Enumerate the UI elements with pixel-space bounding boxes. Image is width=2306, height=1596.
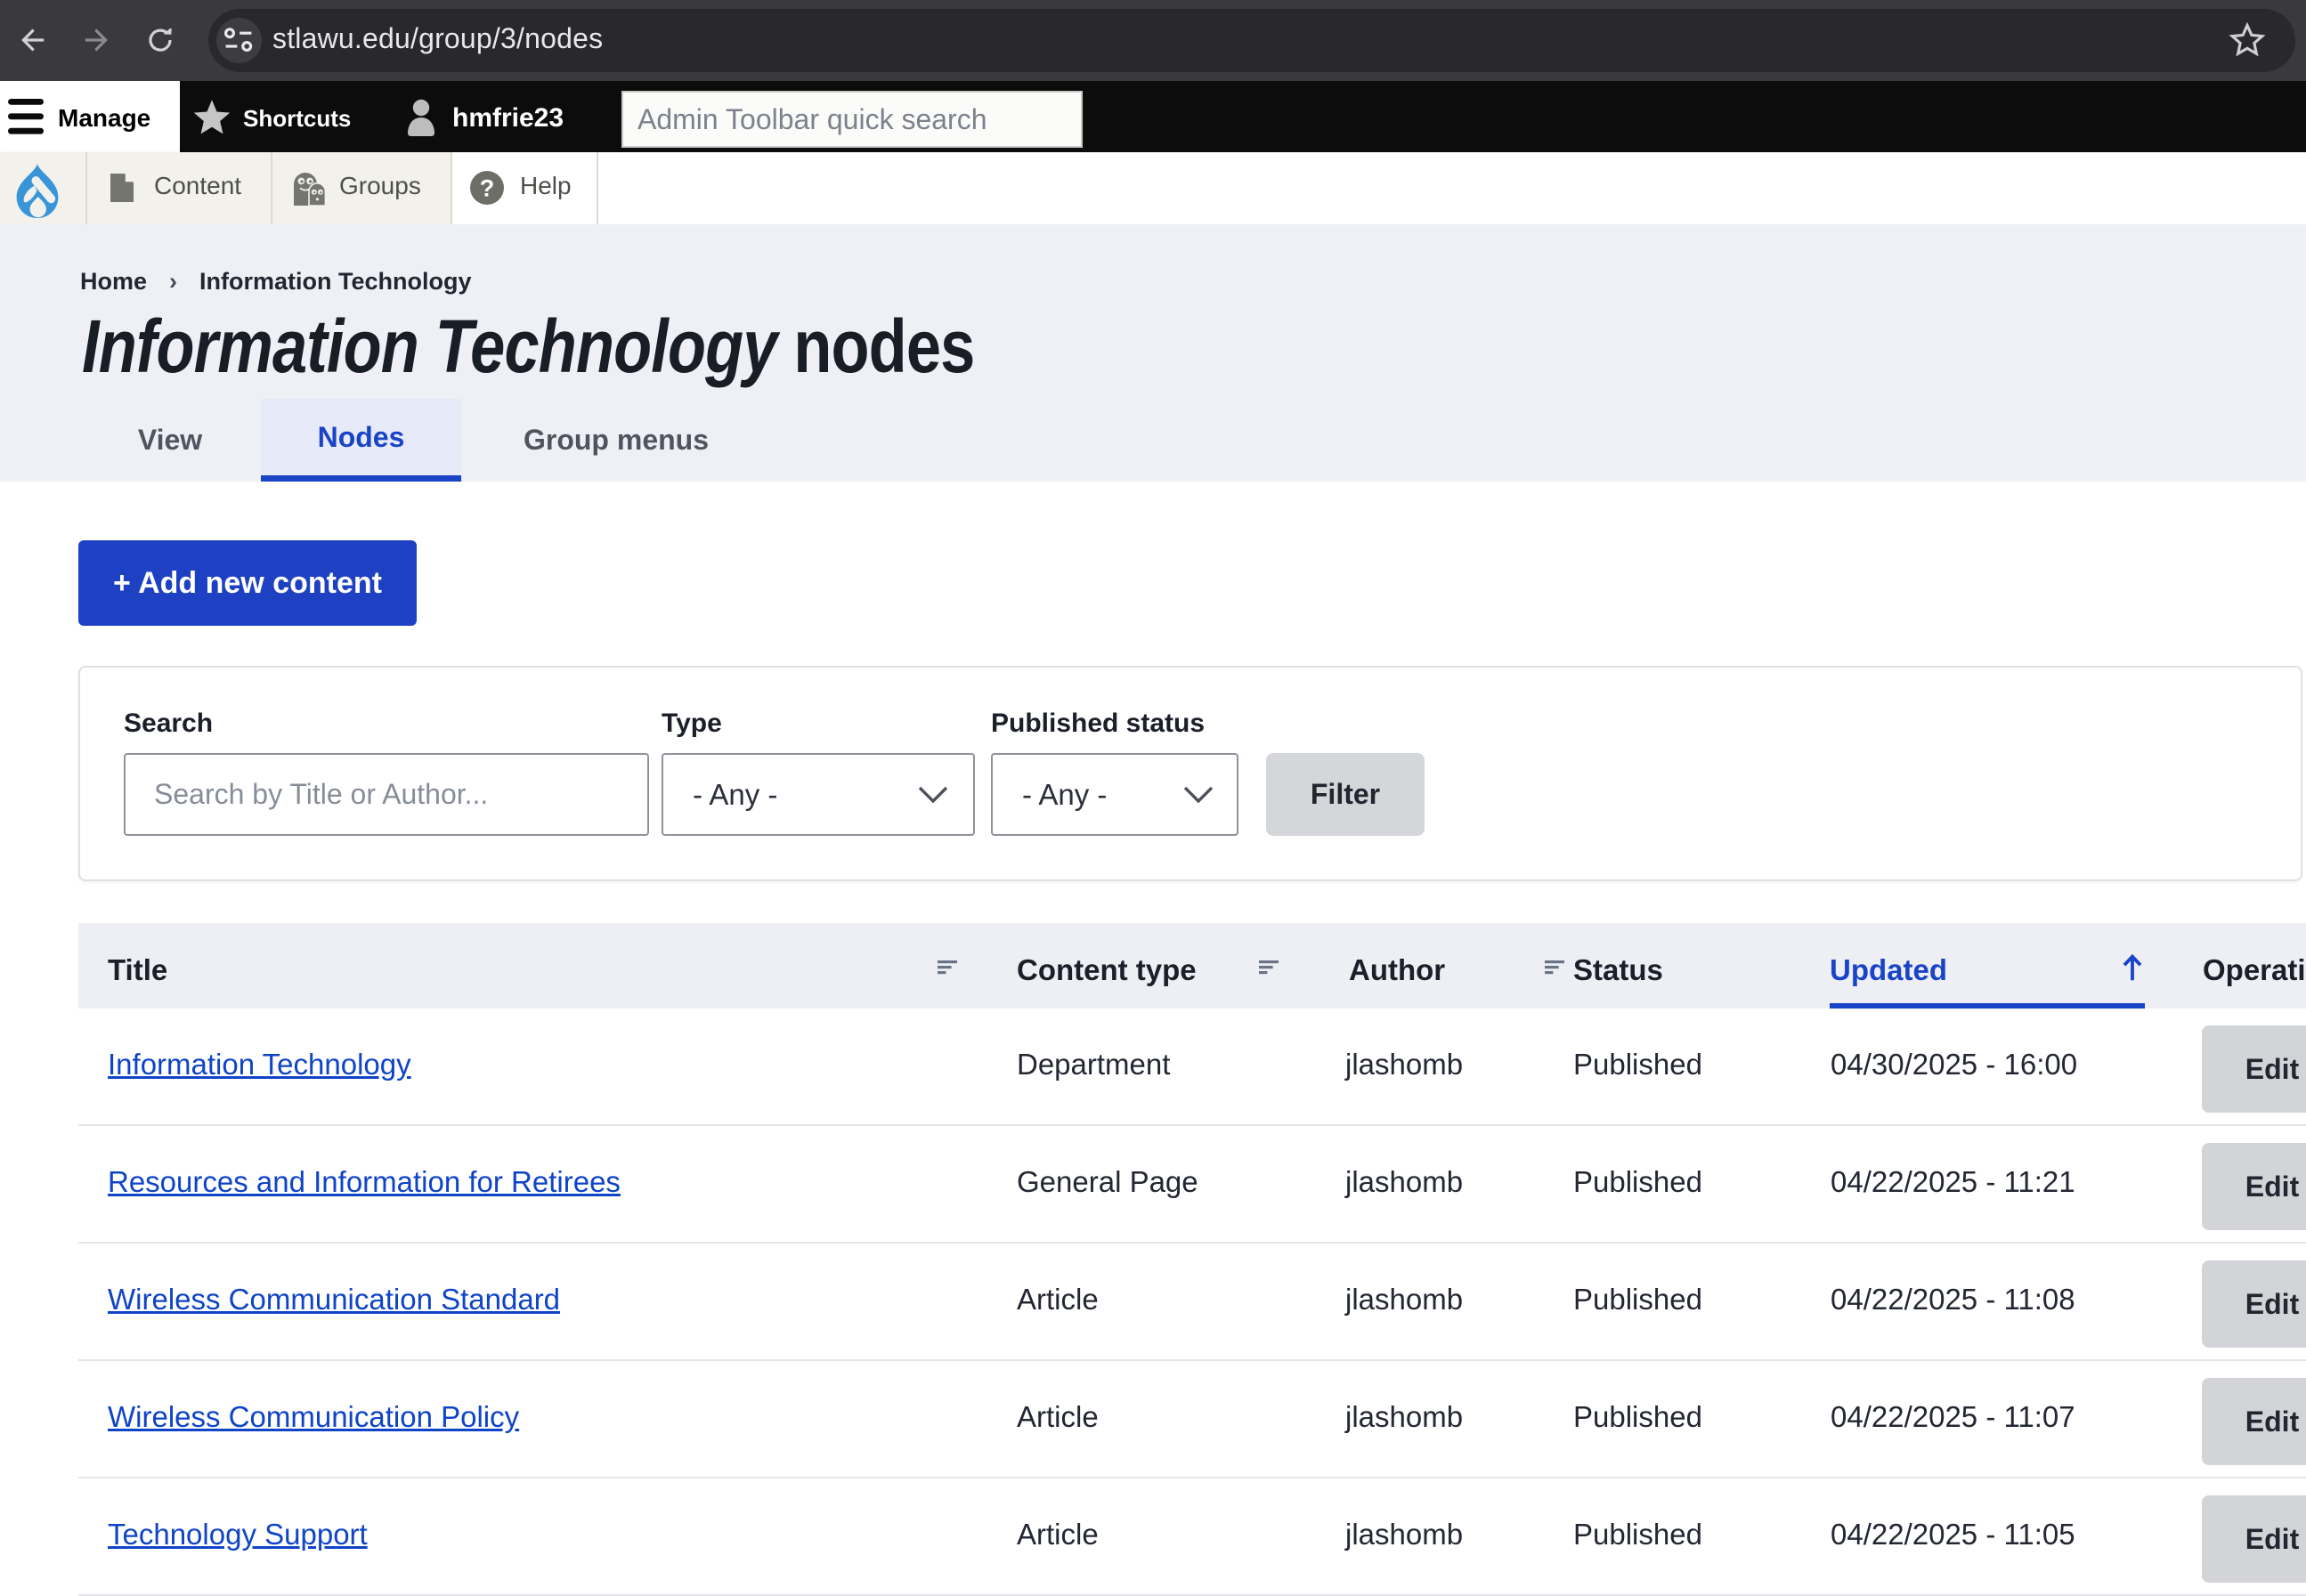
svg-text:?: ? — [480, 174, 495, 201]
